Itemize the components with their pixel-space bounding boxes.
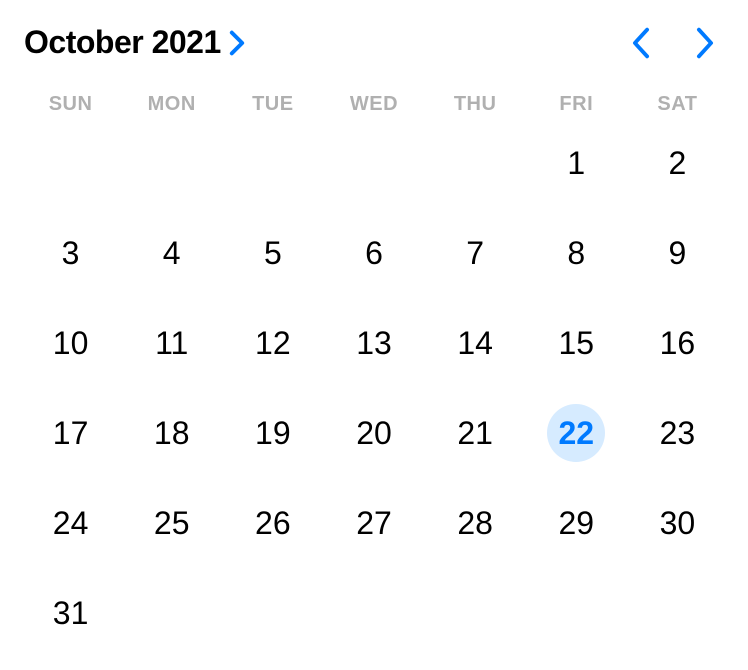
day-cell: 6: [323, 224, 424, 282]
day-cell: 18: [121, 404, 222, 462]
day-cell: 5: [222, 224, 323, 282]
day-cell: 11: [121, 314, 222, 372]
day[interactable]: 24: [42, 494, 100, 552]
weekday-label: MON: [121, 93, 222, 116]
day[interactable]: 2: [648, 134, 706, 192]
weekday-label: THU: [425, 93, 526, 116]
day[interactable]: 27: [345, 494, 403, 552]
day-cell: 20: [323, 404, 424, 462]
day[interactable]: 13: [345, 314, 403, 372]
day[interactable]: 28: [446, 494, 504, 552]
day-cell: 24: [20, 494, 121, 552]
day-cell: 4: [121, 224, 222, 282]
day-cell: 25: [121, 494, 222, 552]
weekday-row: SUN MON TUE WED THU FRI SAT: [20, 93, 728, 116]
weekday-label: SUN: [20, 93, 121, 116]
day[interactable]: 10: [42, 314, 100, 372]
day-cell: 12: [222, 314, 323, 372]
day-cell: 14: [425, 314, 526, 372]
day-cell: 22: [526, 404, 627, 462]
day-cell: 8: [526, 224, 627, 282]
day-cell: 1: [526, 134, 627, 192]
day[interactable]: 3: [42, 224, 100, 282]
day[interactable]: 25: [143, 494, 201, 552]
prev-month-button[interactable]: [630, 26, 652, 60]
day[interactable]: 12: [244, 314, 302, 372]
day[interactable]: 7: [446, 224, 504, 282]
day[interactable]: 30: [648, 494, 706, 552]
day-cell: 7: [425, 224, 526, 282]
day-selected[interactable]: 22: [547, 404, 605, 462]
next-month-button[interactable]: [694, 26, 716, 60]
day[interactable]: 23: [648, 404, 706, 462]
day[interactable]: 8: [547, 224, 605, 282]
days-grid: 1234567891011121314151617181920212223242…: [20, 134, 728, 642]
day[interactable]: 26: [244, 494, 302, 552]
month-title: October 2021: [24, 24, 221, 61]
empty-cell: [20, 134, 121, 192]
day-cell: 13: [323, 314, 424, 372]
weekday-label: SAT: [627, 93, 728, 116]
day-cell: 15: [526, 314, 627, 372]
day[interactable]: 19: [244, 404, 302, 462]
day[interactable]: 15: [547, 314, 605, 372]
day[interactable]: 21: [446, 404, 504, 462]
chevron-right-icon: [229, 30, 245, 56]
empty-cell: [323, 134, 424, 192]
day[interactable]: 4: [143, 224, 201, 282]
day-cell: 3: [20, 224, 121, 282]
month-nav: [630, 26, 724, 60]
weekday-label: TUE: [222, 93, 323, 116]
day-cell: 31: [20, 584, 121, 642]
day[interactable]: 17: [42, 404, 100, 462]
month-picker[interactable]: October 2021: [24, 24, 245, 61]
day-cell: 2: [627, 134, 728, 192]
day[interactable]: 1: [547, 134, 605, 192]
day[interactable]: 5: [244, 224, 302, 282]
day-cell: 28: [425, 494, 526, 552]
empty-cell: [222, 134, 323, 192]
day-cell: 27: [323, 494, 424, 552]
day[interactable]: 6: [345, 224, 403, 282]
day-cell: 19: [222, 404, 323, 462]
day[interactable]: 9: [648, 224, 706, 282]
day[interactable]: 29: [547, 494, 605, 552]
day[interactable]: 14: [446, 314, 504, 372]
empty-cell: [121, 134, 222, 192]
day-cell: 16: [627, 314, 728, 372]
day-cell: 30: [627, 494, 728, 552]
day-cell: 17: [20, 404, 121, 462]
day[interactable]: 16: [648, 314, 706, 372]
day[interactable]: 20: [345, 404, 403, 462]
empty-cell: [425, 134, 526, 192]
day-cell: 26: [222, 494, 323, 552]
day[interactable]: 18: [143, 404, 201, 462]
calendar-header: October 2021: [20, 24, 728, 61]
day-cell: 23: [627, 404, 728, 462]
day-cell: 21: [425, 404, 526, 462]
day[interactable]: 31: [42, 584, 100, 642]
weekday-label: WED: [323, 93, 424, 116]
day-cell: 9: [627, 224, 728, 282]
weekday-label: FRI: [526, 93, 627, 116]
day-cell: 29: [526, 494, 627, 552]
day[interactable]: 11: [143, 314, 201, 372]
day-cell: 10: [20, 314, 121, 372]
